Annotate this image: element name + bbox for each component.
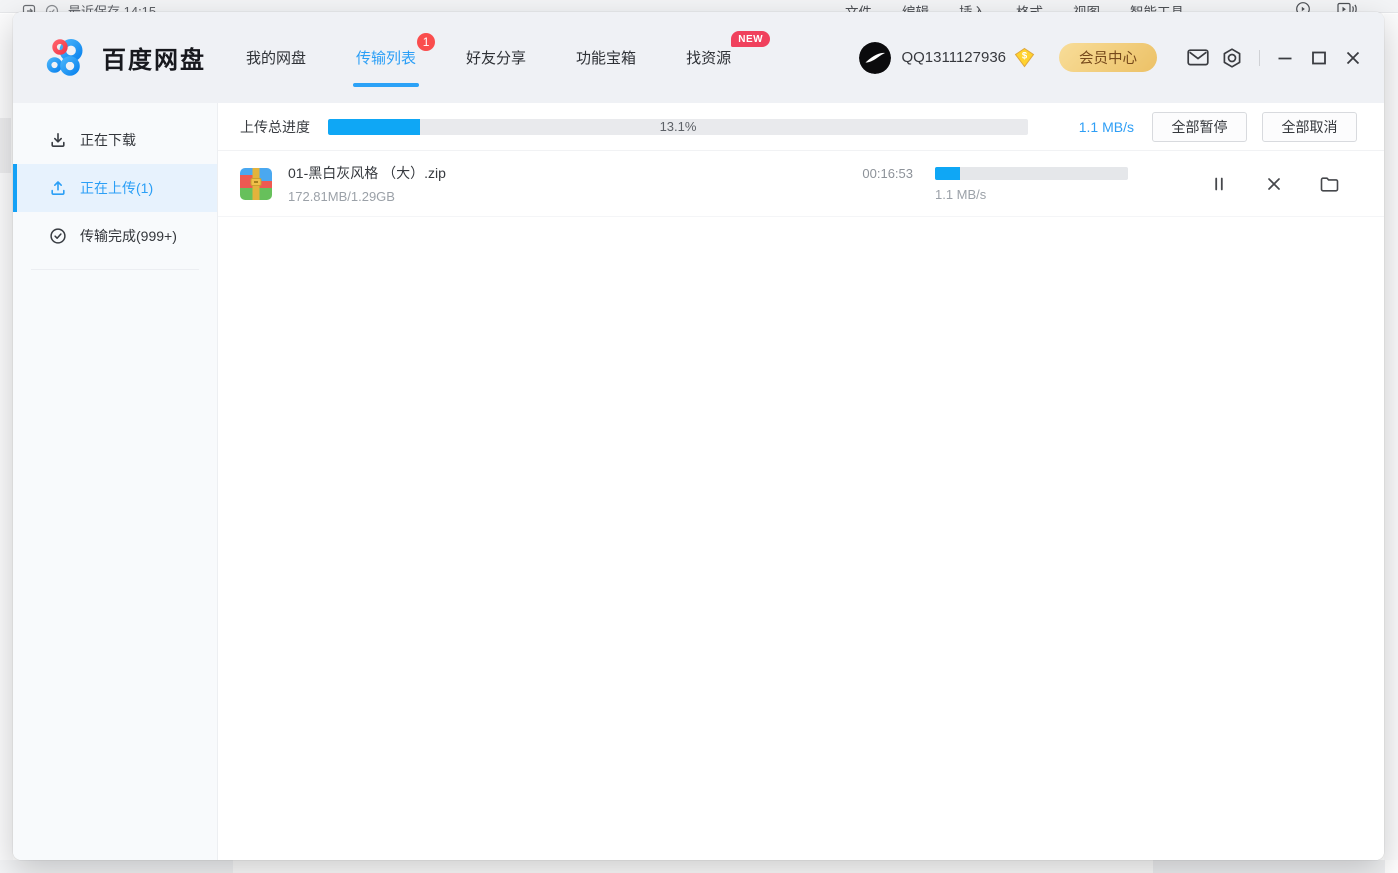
sidebar: 正在下载 正在上传(1) 传输完成(999+) [13,103,218,860]
avatar[interactable] [859,42,891,74]
cancel-all-button[interactable]: 全部取消 [1262,112,1357,142]
sidebar-divider [31,269,199,270]
maximize-button[interactable] [1306,45,1332,71]
svg-text:$: $ [1022,51,1028,62]
main-nav: 我的网盘 传输列表 1 好友分享 功能宝箱 找资源 NEW [244,41,733,74]
background-bottom-mid [233,860,1153,873]
total-progress-label: 上传总进度 [240,117,310,137]
mail-icon[interactable] [1185,45,1211,71]
tab-transfer-list[interactable]: 传输列表 1 [354,41,418,74]
tab-find-resources[interactable]: 找资源 NEW [684,41,733,74]
close-button[interactable] [1340,45,1366,71]
sidebar-item-label: 传输完成(999+) [80,226,177,246]
header-divider [1259,50,1260,66]
transfer-row[interactable]: 01-黑白灰风格 （大）.zip 172.81MB/1.29GB 00:16:5… [218,151,1384,217]
tab-toolbox[interactable]: 功能宝箱 [574,41,638,74]
pause-all-button[interactable]: 全部暂停 [1152,112,1247,142]
background-left-panel-fragment [0,118,11,173]
sidebar-item-completed[interactable]: 传输完成(999+) [13,212,217,260]
open-folder-icon[interactable] [1318,173,1340,195]
cancel-task-icon[interactable] [1263,173,1285,195]
background-bottom-left [0,860,233,873]
tab-find-resources-label: 找资源 [686,50,731,67]
tab-friend-share-label: 好友分享 [466,50,526,67]
row-actions [1208,173,1340,195]
user-area: QQ1311127936 $ 会员中心 [859,42,1366,74]
file-name: 01-黑白灰风格 （大）.zip [288,163,446,183]
tab-my-drive[interactable]: 我的网盘 [244,41,308,74]
sidebar-item-uploading[interactable]: 正在上传(1) [13,164,217,212]
username[interactable]: QQ1311127936 [901,49,1006,66]
window-header: 百度网盘 我的网盘 传输列表 1 好友分享 功能宝箱 找资源 NEW [13,12,1384,103]
upload-icon [49,179,67,197]
background-right-sliver [1384,14,1398,860]
file-speed: 1.1 MB/s [935,188,1128,201]
tab-friend-share[interactable]: 好友分享 [464,41,528,74]
transfer-list-empty-area [218,217,1384,860]
transfer-count-badge: 1 [417,33,435,51]
file-progress-area: 00:16:53 1.1 MB/s [862,167,1128,201]
file-progress-fill [935,167,960,180]
time-remaining: 00:16:53 [862,167,913,180]
tab-transfer-list-label: 传输列表 [356,50,416,67]
file-size: 172.81MB/1.29GB [288,189,446,204]
upload-summary-row: 上传总进度 13.1% 1.1 MB/s 全部暂停 全部取消 [218,103,1384,151]
window-controls [1272,45,1366,71]
active-tab-underline [353,83,419,87]
sidebar-item-downloading[interactable]: 正在下载 [13,116,217,164]
background-bottom-right [1153,860,1385,873]
vip-dollar-badge[interactable]: $ [1014,47,1035,68]
download-icon [49,131,67,149]
app-title: 百度网盘 [102,40,206,75]
app-logo[interactable]: 百度网盘 [45,37,206,78]
minimize-button[interactable] [1272,45,1298,71]
sidebar-item-label: 正在上传(1) [80,178,153,198]
tab-my-drive-label: 我的网盘 [246,50,306,67]
zip-file-icon [240,168,272,200]
file-meta: 01-黑白灰风格 （大）.zip 172.81MB/1.29GB [288,163,446,204]
total-progress-bar: 13.1% [328,119,1028,135]
transfer-content: 上传总进度 13.1% 1.1 MB/s 全部暂停 全部取消 01-黑白灰风格 … [218,103,1384,860]
sidebar-item-label: 正在下载 [80,130,136,150]
new-tag-badge: NEW [731,31,770,47]
tab-toolbox-label: 功能宝箱 [576,50,636,67]
pause-task-icon[interactable] [1208,173,1230,195]
total-progress-percent: 13.1% [328,119,1028,135]
check-circle-icon [49,227,67,245]
member-center-button[interactable]: 会员中心 [1059,43,1157,72]
total-speed: 1.1 MB/s [1054,119,1134,135]
settings-icon[interactable] [1219,45,1245,71]
file-progress-bar [935,167,1128,180]
baidu-netdisk-window: 百度网盘 我的网盘 传输列表 1 好友分享 功能宝箱 找资源 NEW [13,12,1384,860]
baidu-netdisk-logo-icon [45,37,89,78]
